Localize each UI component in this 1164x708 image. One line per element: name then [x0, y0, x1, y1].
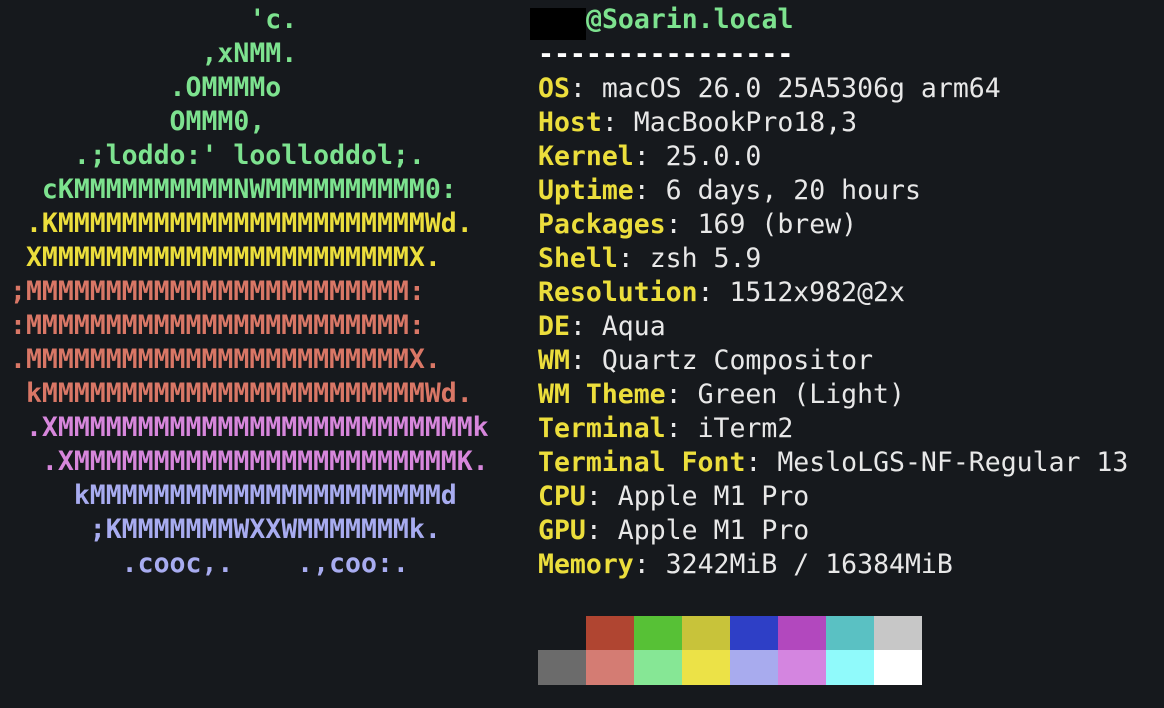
logo-line: kMMMMMMMMMMMMMMMMMMMMMMd [10, 480, 457, 511]
info-key: Memory [538, 549, 634, 580]
logo-line: .XMMMMMMMMMMMMMMMMMMMMMMMMK. [10, 446, 489, 477]
info-row-os: OS: macOS 26.0 25A5306g arm64 [538, 72, 1001, 106]
normal-color-swatch [826, 616, 874, 651]
info-key: Resolution [538, 277, 698, 308]
info-value: zsh 5.9 [649, 243, 762, 274]
info-colon: : [585, 515, 618, 546]
info-row-kernel: Kernel: 25.0.0 [538, 140, 761, 174]
logo-line: 'c. [10, 4, 298, 35]
info-colon: : [569, 345, 602, 376]
info-row-packages: Packages: 169 (brew) [538, 208, 857, 242]
info-colon: : [633, 175, 666, 206]
info-key: Uptime [538, 175, 634, 206]
bright-color-swatch [826, 650, 874, 685]
bright-color-swatch [682, 650, 730, 685]
info-value: 3242MiB / 16384MiB [665, 549, 953, 580]
info-row-terminal-font: Terminal Font: MesloLGS-NF-Regular 13 [538, 446, 1128, 480]
info-key: Kernel [538, 141, 634, 172]
info-key: CPU [538, 481, 586, 512]
bright-color-swatch [778, 650, 826, 685]
info-row-cpu: CPU: Apple M1 Pro [538, 480, 809, 514]
info-key: OS [538, 73, 570, 104]
info-colon: : [569, 73, 602, 104]
info-value: 169 (brew) [697, 209, 858, 240]
logo-line: XMMMMMMMMMMMMMMMMMMMMMMMX. [10, 242, 441, 273]
info-row-shell: Shell: zsh 5.9 [538, 242, 761, 276]
logo-line: .XMMMMMMMMMMMMMMMMMMMMMMMMMMk [10, 412, 489, 443]
info-row-uptime: Uptime: 6 days, 20 hours [538, 174, 921, 208]
info-colon: : [665, 209, 698, 240]
info-value: MesloLGS-NF-Regular 13 [777, 447, 1129, 478]
logo-line: :MMMMMMMMMMMMMMMMMMMMMMMM: [10, 310, 425, 341]
logo-line: .cooc,. .,coo:. [10, 548, 409, 579]
info-colon: : [665, 379, 698, 410]
info-colon: : [585, 481, 618, 512]
info-value: 6 days, 20 hours [665, 175, 921, 206]
info-row-gpu: GPU: Apple M1 Pro [538, 514, 809, 548]
info-colon: : [745, 447, 778, 478]
bright-color-swatch [634, 650, 682, 685]
info-key: Host [538, 107, 602, 138]
title-separator: ---------------- [538, 39, 794, 70]
hostname-title: @Soarin.local [586, 4, 794, 35]
info-key: Terminal Font [538, 447, 746, 478]
normal-color-swatch [634, 616, 682, 651]
logo-line: OMMM0, [10, 106, 266, 137]
info-colon: : [697, 277, 730, 308]
info-key: Shell [538, 243, 618, 274]
logo-line: kMMMMMMMMMMMMMMMMMMMMMMMMWd. [10, 378, 473, 409]
normal-color-swatch [586, 616, 634, 651]
info-row-wm-theme: WM Theme: Green (Light) [538, 378, 905, 412]
bright-color-swatch [874, 650, 922, 685]
bright-color-swatch [538, 650, 586, 685]
info-colon: : [569, 311, 602, 342]
info-key: DE [538, 311, 570, 342]
info-value: Green (Light) [697, 379, 905, 410]
bright-color-swatch [730, 650, 778, 685]
logo-line: ;KMMMMMMMWXXWMMMMMMMk. [10, 514, 441, 545]
info-key: Terminal [538, 413, 666, 444]
info-value: MacBookPro18,3 [633, 107, 858, 138]
info-row-wm: WM: Quartz Compositor [538, 344, 873, 378]
info-colon: : [601, 107, 634, 138]
info-value: Aqua [601, 311, 666, 342]
logo-line: .OMMMMo [10, 72, 282, 103]
info-value: macOS 26.0 25A5306g arm64 [601, 73, 1001, 104]
info-value: 1512x982@2x [729, 277, 905, 308]
logo-line: cKMMMMMMMMMMNWMMMMMMMMMM0: [10, 174, 457, 205]
normal-color-swatch [730, 616, 778, 651]
logo-line: .MMMMMMMMMMMMMMMMMMMMMMMMX. [10, 344, 441, 375]
logo-line: ,xNMM. [10, 38, 298, 69]
info-colon: : [665, 413, 698, 444]
info-row-host: Host: MacBookPro18,3 [538, 106, 857, 140]
info-value: Quartz Compositor [601, 345, 874, 376]
info-colon: : [633, 141, 666, 172]
logo-line: ;MMMMMMMMMMMMMMMMMMMMMMMM: [10, 276, 425, 307]
normal-color-swatch [538, 616, 586, 651]
normal-color-swatch [778, 616, 826, 651]
info-key: WM [538, 345, 570, 376]
info-value: Apple M1 Pro [617, 515, 810, 546]
redacted-username [530, 8, 586, 40]
info-row-resolution: Resolution: 1512x982@2x [538, 276, 905, 310]
info-key: WM Theme [538, 379, 666, 410]
info-key: Packages [538, 209, 666, 240]
info-colon: : [617, 243, 650, 274]
info-row-memory: Memory: 3242MiB / 16384MiB [538, 548, 953, 582]
normal-color-swatch [874, 616, 922, 651]
info-colon: : [633, 549, 666, 580]
info-key: GPU [538, 515, 586, 546]
logo-line: .KMMMMMMMMMMMMMMMMMMMMMMMWd. [10, 208, 473, 239]
info-row-terminal: Terminal: iTerm2 [538, 412, 793, 446]
info-row-de: DE: Aqua [538, 310, 666, 344]
info-value: 25.0.0 [665, 141, 762, 172]
normal-color-swatch [682, 616, 730, 651]
info-value: Apple M1 Pro [617, 481, 810, 512]
info-value: iTerm2 [697, 413, 794, 444]
bright-color-swatch [586, 650, 634, 685]
logo-line: .;loddo:' loolloddol;. [10, 140, 425, 171]
